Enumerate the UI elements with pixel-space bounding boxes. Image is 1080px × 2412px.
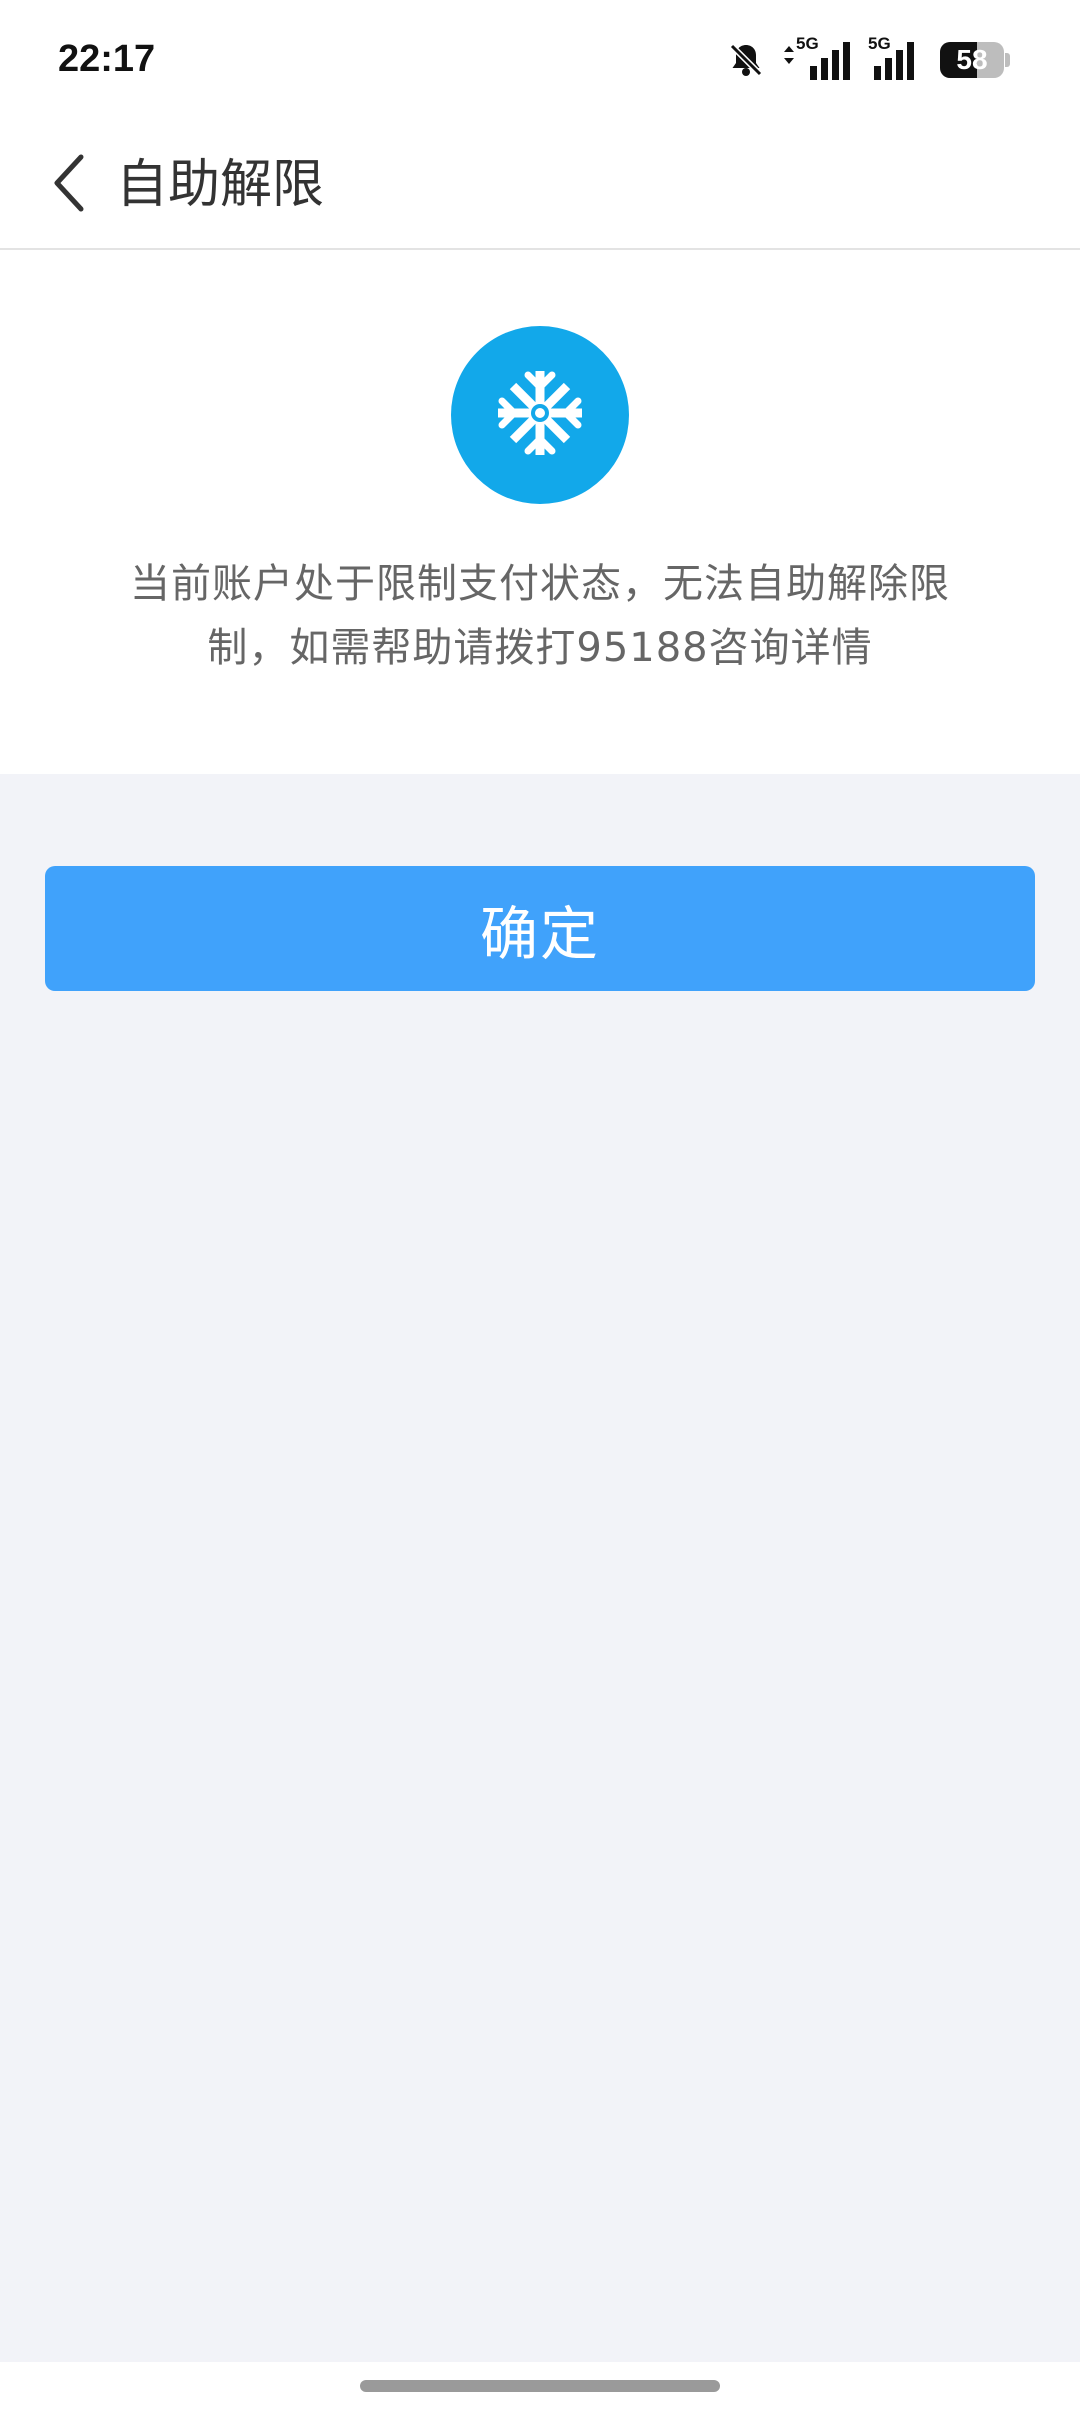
signal-icon: 5G [782,34,852,82]
snowflake-icon [492,365,588,465]
home-indicator[interactable] [360,2380,720,2392]
status-time: 22:17 [58,38,156,80]
signal-icon: 5G [868,34,924,82]
status-bar: 22:17 5G 5G 58 [0,0,1080,120]
status-icons: 5G 5G 58 [726,34,1010,84]
battery-icon: 58 [940,42,1010,78]
bell-muted-icon [726,40,766,80]
chevron-left-icon [49,153,89,217]
freeze-status-icon [451,326,629,504]
restriction-message: 当前账户处于限制支付状态，无法自助解除限 制，如需帮助请拨打95188咨询详情 [100,552,980,680]
nav-bar: 自助解限 [0,120,1080,250]
message-line: 当前账户处于限制支付状态，无法自助解除限 [130,561,950,607]
back-button[interactable] [24,138,114,232]
confirm-button[interactable]: 确定 [45,866,1035,991]
battery-level: 58 [956,44,988,75]
page-title: 自助解限 [116,155,325,215]
message-line: 制，如需帮助请拨打95188咨询详情 [207,625,873,671]
